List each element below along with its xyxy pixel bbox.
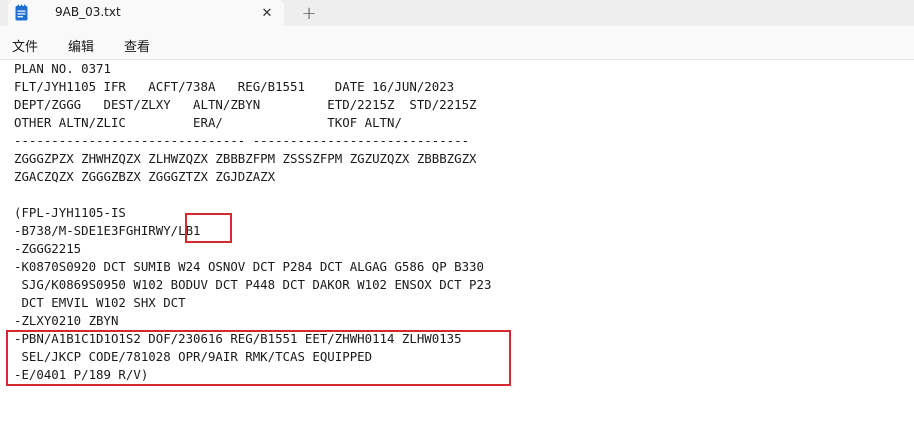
text-line: -ZGGG2215 [14,241,82,256]
notepad-file-icon [15,4,28,21]
text-line [14,186,491,204]
highlight-box-lb1 [185,213,232,243]
highlight-box-pbn [6,330,511,386]
text-line: (FPL-JYH1105-IS [14,205,126,220]
text-line: ------------------------------- --------… [14,133,470,148]
text-line: ZGGGZPZX ZHWHZQZX ZLHWZQZX ZBBBZFPM ZSSS… [14,151,477,166]
text-line: FLT/JYH1105 IFR ACFT/738A REG/B1551 DATE… [14,79,455,94]
text-line: SJG/K0869S0950 W102 BODUV DCT P448 DCT D… [14,277,492,292]
text-line: -ZLXY0210 ZBYN [14,313,119,328]
new-tab-button[interactable]: + [299,2,319,24]
menu-edit[interactable]: 编辑 [68,36,94,55]
close-icon: ✕ [261,5,273,21]
close-tab-button[interactable]: ✕ [258,4,276,22]
menu-view[interactable]: 查看 [124,36,150,55]
title-bar: 9AB_03.txt ✕ + [0,0,914,26]
text-line: -K0870S0920 DCT SUMIB W24 OSNOV DCT P284… [14,259,484,274]
text-line: PLAN NO. 0371 [14,61,111,76]
text-editor[interactable]: PLAN NO. 0371 FLT/JYH1105 IFR ACFT/738A … [0,60,914,421]
menu-file[interactable]: 文件 [12,36,38,55]
text-line: OTHER ALTN/ZLIC ERA/ TKOF ALTN/ [14,115,402,130]
file-tab[interactable]: 9AB_03.txt ✕ [8,0,284,26]
menu-bar: 文件 编辑 查看 [0,26,914,60]
text-line: -B738/M-SDE1E3FGHIRWY/LB1 [14,223,201,238]
tab-title: 9AB_03.txt [55,5,121,19]
text-line: ZGACZQZX ZGGGZBZX ZGGGZTZX ZGJDZAZX [14,169,276,184]
text-line: DCT EMVIL W102 SHX DCT [14,295,186,310]
text-line: DEPT/ZGGG DEST/ZLXY ALTN/ZBYN ETD/2215Z … [14,97,477,112]
plus-icon: + [301,2,317,24]
